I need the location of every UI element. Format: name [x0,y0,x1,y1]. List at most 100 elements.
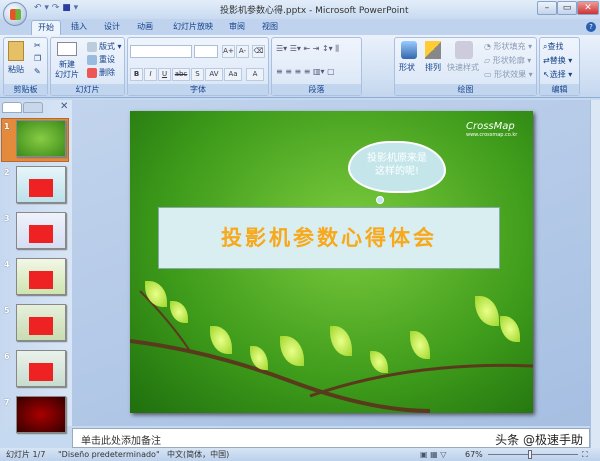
group-label: 剪贴板 [4,84,47,95]
char-spacing-button[interactable]: AV [205,68,223,81]
italic-button[interactable]: I [144,68,157,81]
shape-outline-button[interactable]: ▱ 形状轮廓 ▾ [484,55,531,66]
zoom-slider[interactable] [488,454,578,455]
thumbnail-content [29,179,53,197]
format-painter-icon[interactable]: ✎ [34,67,41,76]
copy-icon[interactable]: ❐ [34,54,41,63]
shrink-font-button[interactable]: A- [236,45,249,58]
paste-button[interactable]: 粘贴 [8,64,24,75]
select-button[interactable]: ↖选择 ▾ [543,69,572,80]
watermark: 头条 @极速手助 [495,433,583,447]
tab-design[interactable]: 设计 [97,20,127,35]
close-pane-icon[interactable]: ✕ [60,101,68,112]
tab-review[interactable]: 审阅 [222,20,252,35]
notes-pane[interactable]: 单击此处添加备注 头条 @极速手助 [72,428,590,448]
slide-thumbnail[interactable] [16,396,66,433]
minimize-button[interactable]: – [537,1,557,15]
slide-number: 3 [4,214,10,223]
close-button[interactable]: ✕ [577,1,599,15]
grow-font-button[interactable]: A+ [222,45,235,58]
bold-button[interactable]: B [130,68,143,81]
help-icon[interactable]: ? [586,22,596,32]
slide-number: 5 [4,306,10,315]
paste-icon [8,41,24,61]
group-slides: 新建 幻灯片 版式 ▾ 重设 删除 幻灯片 [50,37,125,96]
group-label: 字体 [128,84,268,95]
slide-thumbnail[interactable] [16,304,66,341]
reset-icon [87,54,97,65]
shape-fill-button[interactable]: ◔ 形状填充 ▾ [484,41,532,52]
zoom-slider-thumb[interactable] [528,450,532,459]
new-slide-button[interactable]: 新建 幻灯片 [55,60,79,80]
outline-tab[interactable] [23,102,43,113]
list-buttons[interactable]: ☰▾ ☰▾ ⇤ ⇥ ↕▾ ⫼ [276,44,339,54]
slide-number: 2 [4,168,10,177]
status-bar: 幻灯片 1/7 "Diseño predeterminado" 中文(简体，中国… [0,448,600,461]
tab-home[interactable]: 开始 [31,20,61,35]
font-size-select[interactable] [194,45,218,58]
slide-number: 7 [4,398,10,407]
branches-illustration [130,290,533,413]
slide-canvas[interactable]: CrossMap www.crossmap.co.kr 投影机原来是 这样的呢! … [130,111,533,413]
thumbnail-content [29,363,53,381]
replace-icon: ⇄ [543,56,550,65]
shapes-button[interactable]: 形状 [399,62,415,73]
tab-view[interactable]: 视图 [255,20,285,35]
group-paragraph: ☰▾ ☰▾ ⇤ ⇥ ↕▾ ⫼ ≡ ≡ ≡ ≡ ▥▾ ▢ 段落 [271,37,362,96]
quick-styles-button[interactable]: 快速样式 [447,62,479,73]
shadow-button[interactable]: S [191,68,204,81]
group-clipboard: 粘贴 ✂ ❐ ✎ 剪贴板 [3,37,48,96]
tab-animation[interactable]: 动画 [130,20,160,35]
layout-button[interactable]: 版式 ▾ [87,41,122,52]
slide-counter: 幻灯片 1/7 [6,450,46,459]
ribbon: 粘贴 ✂ ❐ ✎ 剪贴板 新建 幻灯片 版式 ▾ 重设 删除 幻灯片 A+ A-… [0,35,600,98]
slides-tab[interactable] [2,102,22,113]
arrange-button[interactable]: 排列 [425,62,441,73]
font-color-button[interactable]: A [246,68,264,81]
thumbnail-content [29,271,53,289]
slide-number: 6 [4,352,10,361]
group-font: A+ A- ⌫ B I U abc S AV Aa A 字体 [127,37,269,96]
group-editing: ⌕查找 ⇄替换 ▾ ↖选择 ▾ 编辑 [539,37,580,96]
arrange-icon [425,41,441,59]
slides-pane: ✕ 1 2 3 4 5 6 7 [0,100,72,433]
group-label: 绘图 [395,84,536,95]
slide-thumbnail[interactable] [16,258,66,295]
reset-button[interactable]: 重设 [87,54,115,65]
quick-access-toolbar[interactable]: ↶ ▾ ↷ ■ ▾ [34,3,78,13]
view-buttons[interactable]: ▣ ▦ ▽ [420,448,446,461]
find-button[interactable]: ⌕查找 [543,41,563,52]
fit-window-icon[interactable]: ⛶ [582,448,588,461]
replace-button[interactable]: ⇄替换 ▾ [543,55,572,66]
vertical-scrollbar[interactable] [590,100,600,448]
font-name-select[interactable] [130,45,192,58]
clear-format-button[interactable]: ⌫ [252,45,265,58]
language-status[interactable]: 中文(简体，中国) [167,448,229,461]
slide-thumbnail[interactable] [16,166,66,203]
delete-icon [87,67,97,78]
theme-name: "Diseño predeterminado" [58,450,160,459]
layout-icon [87,41,97,52]
slide-thumbnail[interactable] [16,212,66,249]
cut-icon[interactable]: ✂ [34,41,41,50]
tab-slideshow[interactable]: 幻灯片放映 [163,20,223,35]
zoom-level[interactable]: 67% [465,448,483,461]
group-label: 编辑 [540,84,579,95]
alignment-buttons[interactable]: ≡ ≡ ≡ ≡ ▥▾ ▢ [276,67,335,76]
slide-thumbnail[interactable] [16,350,66,387]
group-label: 段落 [272,84,361,95]
office-button[interactable] [3,2,27,26]
change-case-button[interactable]: Aa [224,68,242,81]
delete-slide-button[interactable]: 删除 [87,67,115,78]
restore-button[interactable]: ▭ [557,1,577,15]
tab-insert[interactable]: 插入 [64,20,94,35]
shape-effects-button[interactable]: ▭ 形状效果 ▾ [484,69,533,80]
group-drawing: 形状 排列 快速样式 ◔ 形状填充 ▾ ▱ 形状轮廓 ▾ ▭ 形状效果 ▾ 绘图 [394,37,537,96]
ribbon-tabs: 开始 插入 设计 动画 幻灯片放映 审阅 视图 ? [0,19,600,35]
strikethrough-button[interactable]: abc [172,68,190,81]
notes-placeholder: 单击此处添加备注 [81,436,161,447]
slide-thumbnail[interactable] [16,120,66,157]
thumbnail-content [29,317,53,335]
title-bar: ↶ ▾ ↷ ■ ▾ 投影机参数心得.pptx - Microsoft Power… [0,0,600,19]
underline-button[interactable]: U [158,68,171,81]
